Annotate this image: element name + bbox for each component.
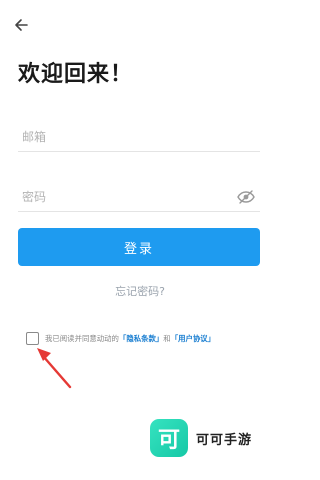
- back-button[interactable]: [10, 14, 32, 36]
- agreement-checkbox[interactable]: [26, 331, 39, 345]
- user-agreement-link[interactable]: 「用户协议」: [171, 333, 215, 344]
- annotation-arrow-icon: [37, 348, 72, 389]
- brand-name: 可可手游: [196, 432, 253, 448]
- login-page: 欢迎回来！ 登录 忘记密码? 我已阅读并同意动动的 「隐私条款」 和 「用户协议…: [0, 0, 280, 480]
- forgot-password-link[interactable]: 忘记密码?: [0, 283, 280, 299]
- watermark: 可 可可手游: [150, 418, 252, 458]
- login-button[interactable]: 登录: [18, 228, 260, 266]
- privacy-policy-link[interactable]: 「隐私条款」: [119, 333, 163, 344]
- page-title: 欢迎回来！: [18, 62, 134, 87]
- email-field: [18, 122, 260, 152]
- agreement-prefix: 我已阅读并同意动动的: [45, 333, 119, 343]
- brand-logo: 可: [150, 419, 188, 457]
- agreement-text: 我已阅读并同意动动的 「隐私条款」 和 「用户协议」: [45, 333, 215, 344]
- password-input[interactable]: [18, 182, 260, 211]
- toggle-password-visibility-button[interactable]: [236, 187, 256, 207]
- eye-slash-icon: [237, 190, 255, 204]
- agreement-conjunction: 和: [163, 333, 171, 343]
- password-field: [18, 182, 260, 212]
- arrow-left-icon: [15, 19, 28, 31]
- email-input[interactable]: [18, 122, 260, 151]
